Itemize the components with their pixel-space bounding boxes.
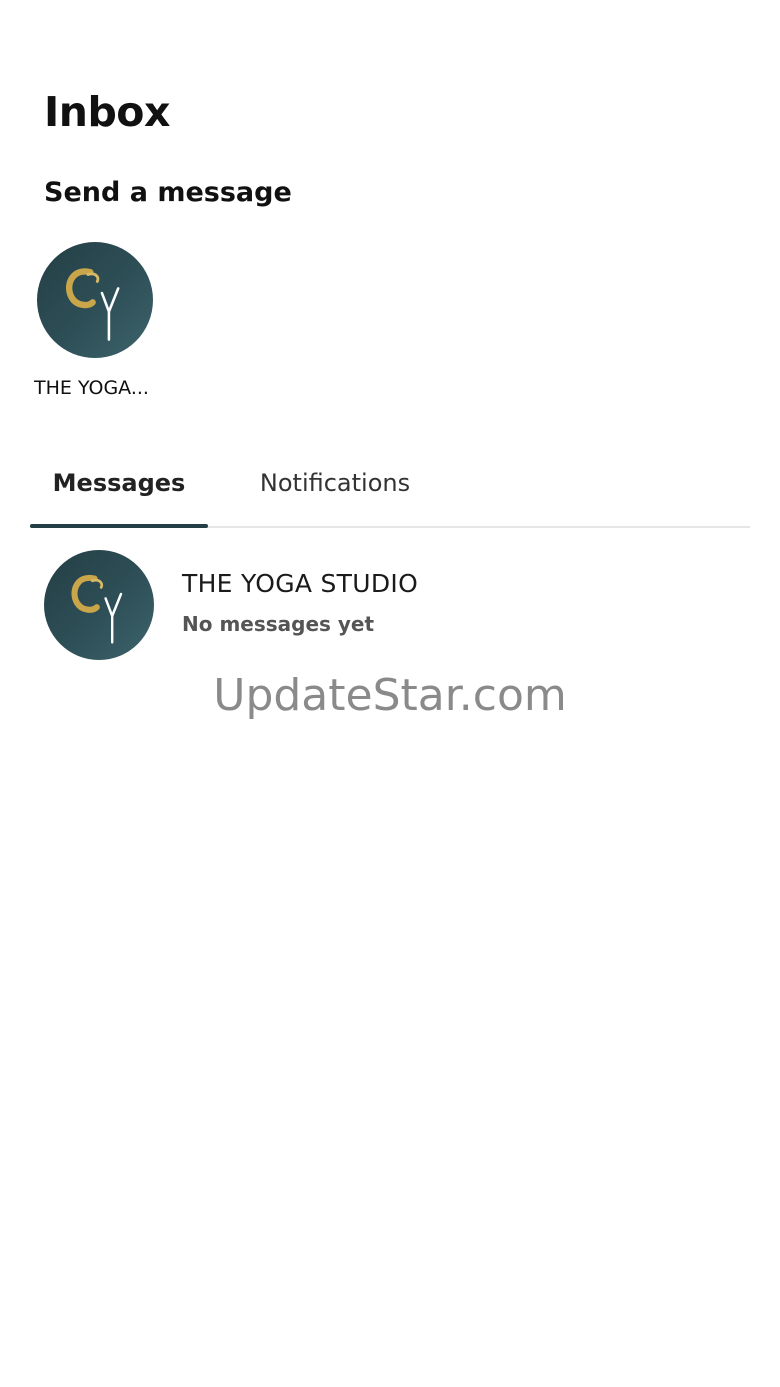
tab-notifications[interactable]: Notifications — [242, 440, 428, 526]
conversation-name: THE YOGA STUDIO — [182, 569, 419, 598]
avatar — [37, 242, 153, 358]
tab-messages[interactable]: Messages — [30, 440, 208, 528]
contact-yoga-studio[interactable]: THE YOGA... — [30, 242, 160, 399]
send-message-heading: Send a message — [44, 177, 292, 208]
conversation-list-item[interactable]: THE YOGA STUDIO No messages yet — [30, 538, 750, 670]
watermark-text: UpdateStar.com — [213, 670, 567, 721]
avatar — [44, 550, 154, 660]
yoga-studio-logo-icon — [71, 574, 123, 644]
page-title: Inbox — [44, 88, 170, 136]
inbox-tabs: Messages Notifications — [30, 440, 750, 528]
conversation-preview: No messages yet — [182, 612, 375, 636]
yoga-studio-logo-icon — [65, 268, 120, 341]
contact-name: THE YOGA... — [34, 377, 149, 399]
